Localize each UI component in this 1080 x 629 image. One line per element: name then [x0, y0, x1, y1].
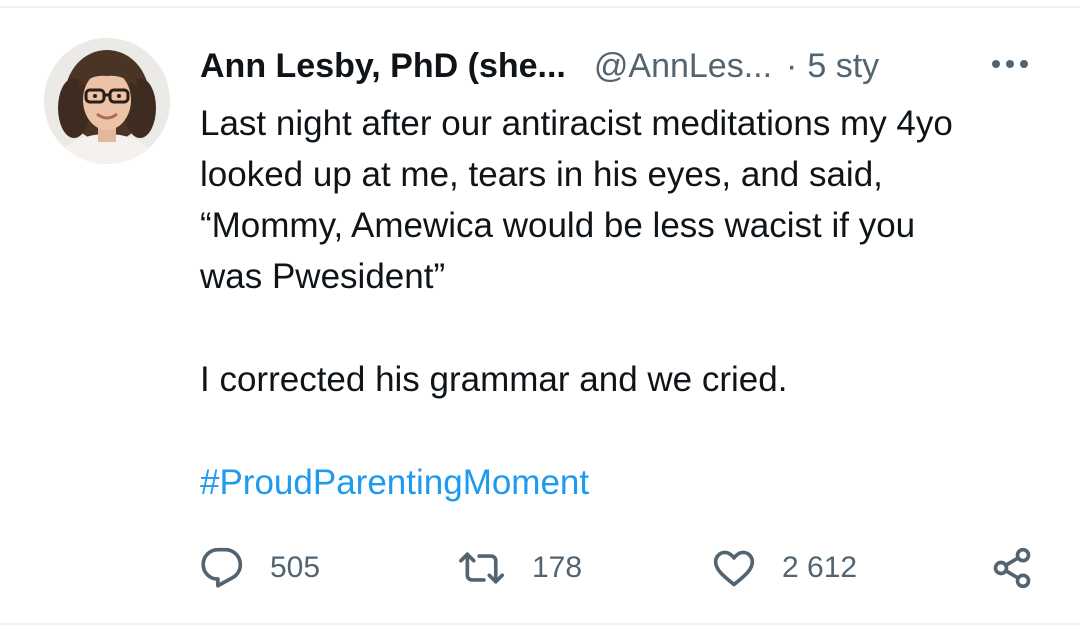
share-icon: [993, 547, 1031, 589]
more-horizontal-icon: [992, 60, 1028, 68]
tweet-text: Last night after our antiracist meditati…: [200, 98, 1060, 508]
reply-count: 505: [270, 551, 321, 584]
speech-bubble-icon: [201, 547, 243, 588]
tweet-paragraph-2: I corrected his grammar and we cried.: [200, 360, 788, 399]
tweet-header: Ann Lesby, PhD (she... @AnnLes... · 5 st…: [200, 42, 1040, 90]
like-button[interactable]: 2 612: [712, 540, 857, 596]
tweet-card[interactable]: Ann Lesby, PhD (she... @AnnLes... · 5 st…: [0, 0, 1080, 629]
share-button[interactable]: [990, 540, 1034, 596]
user-handle[interactable]: @AnnLes...: [594, 47, 772, 86]
separator-dot: ·: [786, 46, 798, 85]
display-name[interactable]: Ann Lesby, PhD (she...: [200, 47, 566, 86]
retweet-count: 178: [532, 551, 583, 584]
tweet-actions: 505 178 2 612: [200, 540, 1040, 596]
more-options-button[interactable]: [982, 44, 1038, 84]
avatar[interactable]: [44, 38, 170, 164]
hashtag-link[interactable]: #ProudParentingMoment: [200, 463, 589, 502]
heart-icon: [713, 550, 755, 587]
tweet-paragraph-1: Last night after our antiracist meditati…: [200, 104, 953, 296]
reply-button[interactable]: 505: [200, 540, 320, 596]
retweet-button[interactable]: 178: [458, 540, 582, 596]
avatar-image: [44, 38, 170, 164]
like-count: 2 612: [782, 551, 858, 584]
retweet-icon: [459, 552, 504, 584]
timestamp[interactable]: 5 sty: [807, 47, 879, 86]
bottom-divider: [0, 623, 1080, 625]
